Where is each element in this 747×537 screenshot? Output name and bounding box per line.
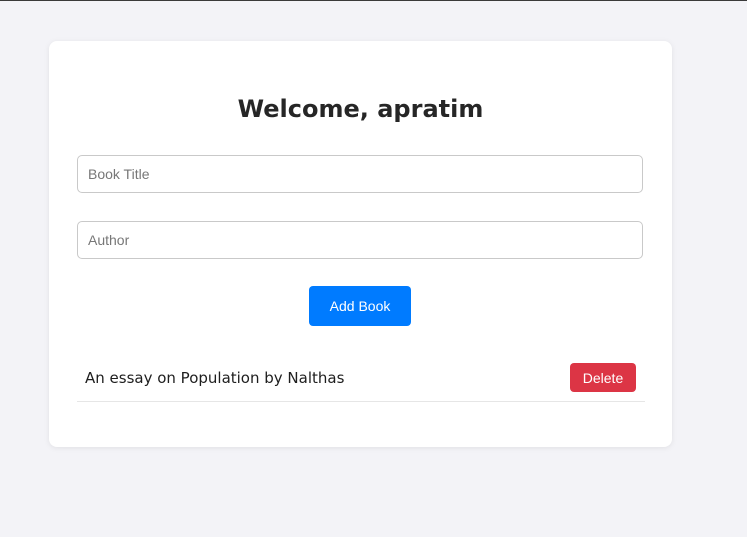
book-list: An essay on Population by Nalthas Delete xyxy=(77,357,645,402)
page-title: Welcome, apratim xyxy=(237,95,484,123)
list-item: An essay on Population by Nalthas Delete xyxy=(77,357,645,402)
delete-button[interactable]: Delete xyxy=(570,363,636,392)
book-entry-text: An essay on Population by Nalthas xyxy=(85,369,345,387)
book-card: Welcome, apratim Add Book An essay on Po… xyxy=(49,41,672,447)
author-input[interactable] xyxy=(77,221,643,259)
book-title-input[interactable] xyxy=(77,155,643,193)
add-book-button[interactable]: Add Book xyxy=(309,286,411,326)
